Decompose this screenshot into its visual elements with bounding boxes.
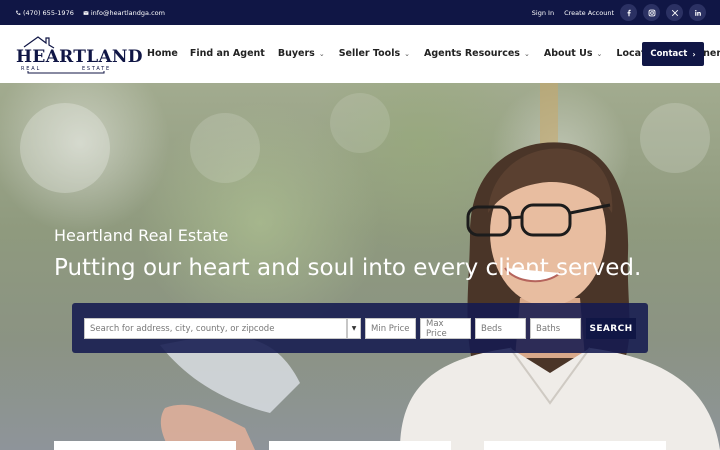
envelope-icon bbox=[83, 11, 89, 15]
phone-link[interactable]: (470) 655-1976 bbox=[15, 9, 74, 17]
nav-seller-tools-label: Seller Tools bbox=[338, 48, 401, 59]
phone-icon bbox=[16, 10, 21, 15]
nav-seller-tools[interactable]: Seller Tools ⌄ bbox=[339, 48, 410, 59]
x-twitter-button[interactable] bbox=[666, 4, 683, 21]
property-search-panel: Search for address, city, county, or zip… bbox=[72, 303, 648, 353]
site-logo[interactable]: HEARTLAND REAL ESTATE bbox=[16, 33, 143, 75]
email-address: info@heartlandga.com bbox=[90, 9, 165, 17]
nav-buyers-label: Buyers bbox=[277, 48, 315, 59]
min-price-field[interactable]: Min Price bbox=[365, 318, 416, 339]
baths-placeholder: Baths bbox=[536, 323, 561, 334]
nav-buyers[interactable]: Buyers ⌄ bbox=[278, 48, 325, 59]
instagram-icon bbox=[648, 9, 655, 16]
feature-card[interactable] bbox=[484, 441, 666, 450]
beds-placeholder: Beds bbox=[481, 323, 502, 334]
site-header: HEARTLAND REAL ESTATE Home Find an Agent… bbox=[0, 25, 720, 83]
instagram-button[interactable] bbox=[643, 4, 660, 21]
nav-agents-resources-label: Agents Resources bbox=[423, 48, 520, 59]
nav-about-us[interactable]: About Us ⌄ bbox=[544, 48, 603, 59]
chevron-down-icon: ⌄ bbox=[318, 49, 325, 58]
chevron-down-icon: ⌄ bbox=[523, 49, 530, 58]
address-search-placeholder: Search for address, city, county, or zip… bbox=[90, 323, 275, 334]
sign-in-link[interactable]: Sign In bbox=[532, 9, 554, 17]
social-links bbox=[620, 4, 706, 21]
contact-info: (470) 655-1976 info@heartlandga.com bbox=[15, 9, 165, 17]
linkedin-button[interactable] bbox=[689, 4, 706, 21]
nav-find-agent[interactable]: Find an Agent bbox=[190, 48, 265, 59]
nav-about-us-label: About Us bbox=[543, 48, 593, 59]
hero-section: Heartland Real Estate Putting our heart … bbox=[0, 83, 720, 450]
chevron-down-icon: ⌄ bbox=[596, 49, 603, 58]
chevron-down-icon: ⌄ bbox=[404, 49, 410, 58]
address-search-input[interactable]: Search for address, city, county, or zip… bbox=[84, 318, 347, 339]
baths-field[interactable]: Baths bbox=[530, 318, 581, 339]
feature-card[interactable] bbox=[54, 441, 236, 450]
max-price-field[interactable]: Max Price bbox=[420, 318, 471, 339]
email-link[interactable]: info@heartlandga.com bbox=[83, 9, 165, 17]
top-bar: (470) 655-1976 info@heartlandga.com Sign… bbox=[0, 0, 720, 25]
main-nav: Home Find an Agent Buyers ⌄ Seller Tools ⌄… bbox=[147, 48, 720, 59]
create-account-link[interactable]: Create Account bbox=[564, 9, 614, 17]
contact-button-label: Contact bbox=[650, 49, 688, 59]
logo-wordmark: HEARTLAND bbox=[16, 47, 143, 67]
nav-find-agent-label: Find an Agent bbox=[189, 48, 265, 59]
nav-agents-resources[interactable]: Agents Resources ⌄ bbox=[424, 48, 530, 59]
min-price-placeholder: Min Price bbox=[371, 323, 410, 334]
nav-home-label: Home bbox=[147, 48, 178, 59]
facebook-icon bbox=[626, 9, 631, 16]
caret-down-icon: ▼ bbox=[351, 325, 357, 332]
search-button-label: SEARCH bbox=[589, 323, 633, 334]
contact-button[interactable]: Contact › bbox=[642, 42, 704, 66]
linkedin-icon bbox=[694, 9, 701, 16]
beds-field[interactable]: Beds bbox=[475, 318, 526, 339]
hero-headline: Putting our heart and soul into every cl… bbox=[54, 255, 642, 281]
account-links: Sign In Create Account bbox=[532, 9, 614, 17]
logo-sub-real: REAL bbox=[21, 66, 42, 72]
facebook-button[interactable] bbox=[620, 4, 637, 21]
search-type-dropdown[interactable]: ▼ bbox=[347, 318, 361, 339]
x-twitter-icon bbox=[671, 9, 678, 16]
hero-eyebrow: Heartland Real Estate bbox=[54, 226, 229, 245]
search-button[interactable]: SEARCH bbox=[586, 318, 636, 339]
logo-sub-estate: ESTATE bbox=[81, 66, 111, 72]
max-price-placeholder: Max Price bbox=[426, 318, 447, 339]
chevron-right-icon: › bbox=[692, 49, 696, 59]
phone-number: (470) 655-1976 bbox=[23, 9, 74, 17]
feature-card[interactable] bbox=[269, 441, 451, 450]
nav-home[interactable]: Home bbox=[147, 48, 178, 59]
logo-subtitle: REAL ESTATE bbox=[16, 66, 116, 72]
